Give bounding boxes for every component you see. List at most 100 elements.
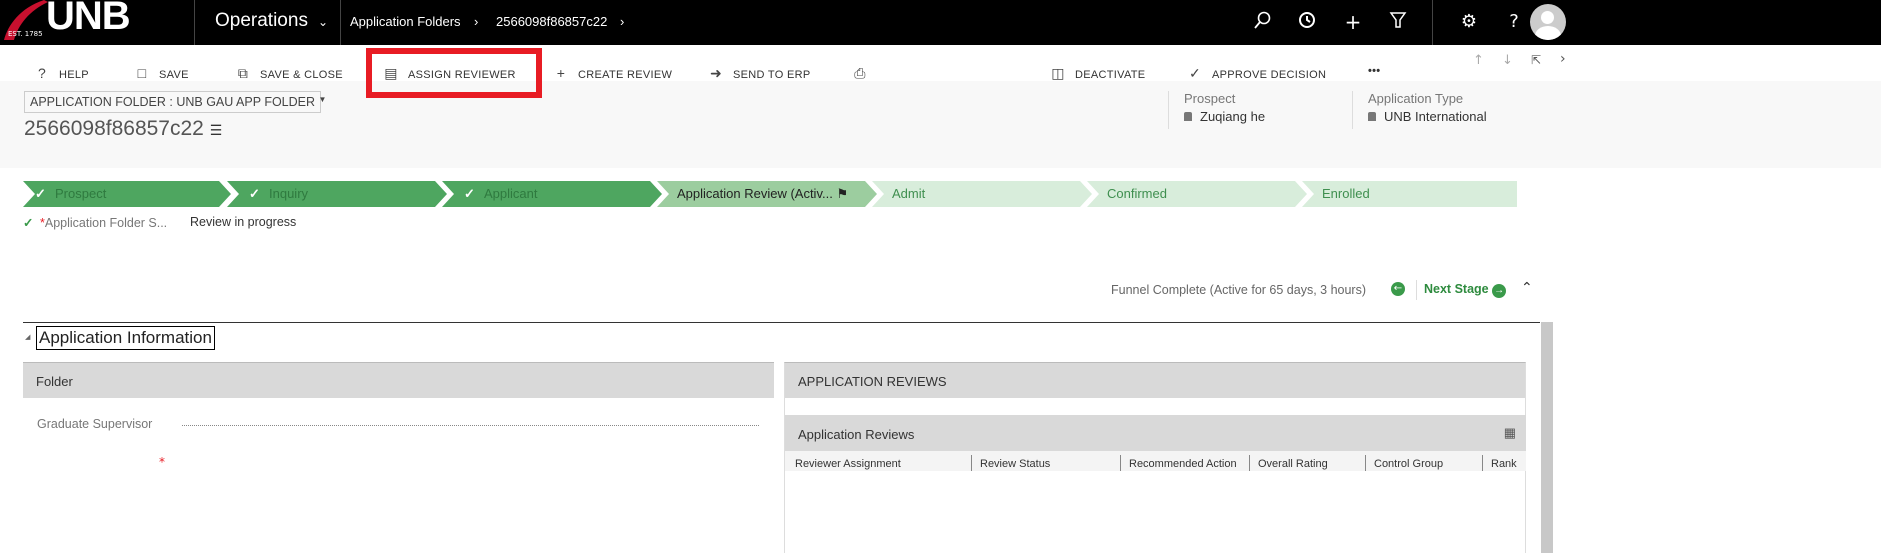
subgrid-title: Application Reviews bbox=[798, 427, 915, 442]
help-icon[interactable]: ? bbox=[1502, 10, 1526, 34]
column-header[interactable]: Review Status bbox=[980, 458, 1050, 470]
next-stage-button[interactable]: Next Stage → bbox=[1424, 282, 1507, 298]
arrow-up-icon[interactable]: ↑ bbox=[1473, 53, 1484, 68]
section-title[interactable]: Application Information bbox=[36, 326, 215, 350]
field-label: Application Type bbox=[1368, 91, 1464, 106]
form-selector[interactable]: APPLICATION FOLDER : UNB GAU APP FOLDER … bbox=[24, 91, 326, 113]
label: SAVE bbox=[159, 69, 189, 81]
stage-applicant[interactable]: ✓ Applicant bbox=[442, 181, 662, 207]
column-header[interactable]: Overall Rating bbox=[1258, 458, 1328, 470]
next-stage-label: Next Stage bbox=[1424, 282, 1489, 296]
help-button[interactable]: ? HELP bbox=[33, 65, 89, 81]
check-icon: ✓ bbox=[23, 216, 34, 230]
page-margin bbox=[1540, 168, 1881, 553]
save-close-icon: ⧉ bbox=[237, 65, 249, 81]
stage-enrolled[interactable]: Enrolled bbox=[1302, 181, 1517, 207]
list-menu-icon[interactable]: ☰ bbox=[210, 122, 223, 138]
application-reviews-section: APPLICATION REVIEWS Application Reviews ▦… bbox=[784, 362, 1526, 553]
divider bbox=[1365, 455, 1366, 471]
help-icon: ? bbox=[37, 65, 47, 81]
label: APPROVE DECISION bbox=[1212, 69, 1327, 81]
column-header[interactable]: Rank bbox=[1491, 458, 1517, 470]
column-header[interactable]: Reviewer Assignment bbox=[795, 458, 901, 470]
stage-application-review[interactable]: Application Review (Activ... ⚑ bbox=[657, 181, 877, 207]
stage-label: Enrolled bbox=[1322, 186, 1370, 201]
app-name: Operations bbox=[215, 10, 308, 31]
stage-label: Confirmed bbox=[1107, 186, 1167, 201]
check-icon: ✓ bbox=[249, 186, 260, 201]
field-label: Prospect bbox=[1184, 91, 1236, 106]
divider bbox=[1432, 0, 1433, 45]
print-icon: ⎙ bbox=[854, 65, 866, 81]
label: SEND TO ERP bbox=[733, 69, 811, 81]
label: CREATE REVIEW bbox=[578, 69, 673, 81]
gear-icon[interactable]: ⚙ bbox=[1457, 10, 1481, 34]
deactivate-button[interactable]: ◫ DEACTIVATE bbox=[1049, 65, 1145, 81]
record-title-text: 2566098f86857c22 bbox=[24, 117, 204, 140]
funnel-status: Funnel Complete (Active for 65 days, 3 h… bbox=[1111, 283, 1366, 297]
popout-icon[interactable]: ⇱ bbox=[1531, 53, 1541, 67]
subgrid-header: Application Reviews ▦ bbox=[785, 415, 1526, 451]
divider bbox=[1482, 455, 1483, 471]
app-switcher[interactable]: Operations ⌄ bbox=[215, 10, 328, 32]
check-icon: ✓ bbox=[464, 186, 475, 201]
chevron-down-icon: ⌄ bbox=[317, 15, 329, 29]
previous-stage-icon[interactable]: ← bbox=[1391, 282, 1405, 296]
stage-prospect[interactable]: ✓ Prospect bbox=[23, 181, 231, 207]
form-selector-label: APPLICATION FOLDER : UNB GAU APP FOLDER bbox=[30, 95, 316, 109]
save-button[interactable]: □ SAVE bbox=[133, 65, 189, 81]
field-value[interactable]: Zuqiang he bbox=[1200, 109, 1265, 124]
divider bbox=[1249, 455, 1250, 471]
breadcrumb-application-folders[interactable]: Application Folders bbox=[350, 14, 461, 29]
search-icon[interactable] bbox=[1250, 10, 1274, 34]
top-nav-bar: UNB EST. 1785 Operations ⌄ Application Fo… bbox=[0, 0, 1881, 45]
graduate-supervisor-input[interactable] bbox=[182, 425, 759, 426]
chevron-right-icon[interactable]: › bbox=[620, 14, 624, 29]
unb-logo[interactable]: UNB EST. 1785 bbox=[0, 0, 195, 45]
history-icon[interactable] bbox=[1295, 10, 1319, 34]
logo-sail-icon bbox=[4, 0, 48, 40]
check-icon: ✓ bbox=[35, 186, 46, 201]
filter-icon[interactable] bbox=[1386, 10, 1410, 34]
stage-admit[interactable]: Admit bbox=[872, 181, 1092, 207]
save-close-button[interactable]: ⧉ SAVE & CLOSE bbox=[234, 65, 343, 81]
next-arrow-icon: → bbox=[1492, 284, 1507, 298]
lock-icon bbox=[1184, 112, 1192, 121]
folder-header: Folder bbox=[23, 363, 774, 398]
column-header[interactable]: Control Group bbox=[1374, 458, 1443, 470]
stage-confirmed[interactable]: Confirmed bbox=[1087, 181, 1307, 207]
plus-icon[interactable]: + bbox=[1341, 10, 1365, 34]
create-review-button[interactable]: + CREATE REVIEW bbox=[552, 65, 672, 81]
lock-icon bbox=[1368, 112, 1376, 121]
send-to-erp-button[interactable]: ➜ SEND TO ERP bbox=[707, 65, 810, 81]
step-value[interactable]: Review in progress bbox=[190, 215, 296, 229]
collapse-triangle-icon[interactable]: ◢ bbox=[25, 333, 30, 341]
field-value: UNB International bbox=[1384, 109, 1487, 124]
more-commands-button[interactable]: ••• bbox=[1368, 65, 1380, 77]
logo-est: EST. 1785 bbox=[8, 30, 43, 38]
divider bbox=[340, 0, 341, 45]
approve-decision-button[interactable]: ✓ APPROVE DECISION bbox=[1186, 65, 1326, 81]
arrow-down-icon[interactable]: ↓ bbox=[1502, 53, 1513, 68]
avatar[interactable] bbox=[1530, 4, 1566, 40]
stage-label: Admit bbox=[892, 186, 926, 201]
subgrid-columns: Reviewer Assignment Review Status Recomm… bbox=[785, 451, 1526, 471]
divider bbox=[1416, 280, 1417, 300]
breadcrumb-record[interactable]: 2566098f86857c22 bbox=[496, 14, 607, 29]
column-header[interactable]: Recommended Action bbox=[1129, 458, 1237, 470]
record-header: APPLICATION FOLDER : UNB GAU APP FOLDER … bbox=[0, 81, 1881, 168]
collapse-chevron-icon[interactable]: ⌃ bbox=[1521, 280, 1533, 296]
reviews-header: APPLICATION REVIEWS bbox=[785, 363, 1525, 398]
caret-down-icon: ▼ bbox=[318, 95, 327, 104]
graduate-supervisor-label: Graduate Supervisor bbox=[37, 417, 153, 431]
stage-inquiry[interactable]: ✓ Inquiry bbox=[227, 181, 447, 207]
scrollbar[interactable] bbox=[1541, 322, 1553, 553]
flag-icon: ⚑ bbox=[836, 186, 849, 201]
step-label: *Application Folder S... bbox=[40, 216, 167, 230]
grid-view-icon[interactable]: ▦ bbox=[1504, 425, 1516, 441]
print-button[interactable]: ⎙ bbox=[851, 65, 877, 81]
plus-icon: + bbox=[556, 65, 566, 81]
required-asterisk: * bbox=[159, 455, 165, 469]
section-divider bbox=[23, 322, 1540, 323]
chevron-right-icon[interactable]: › bbox=[1560, 51, 1566, 67]
